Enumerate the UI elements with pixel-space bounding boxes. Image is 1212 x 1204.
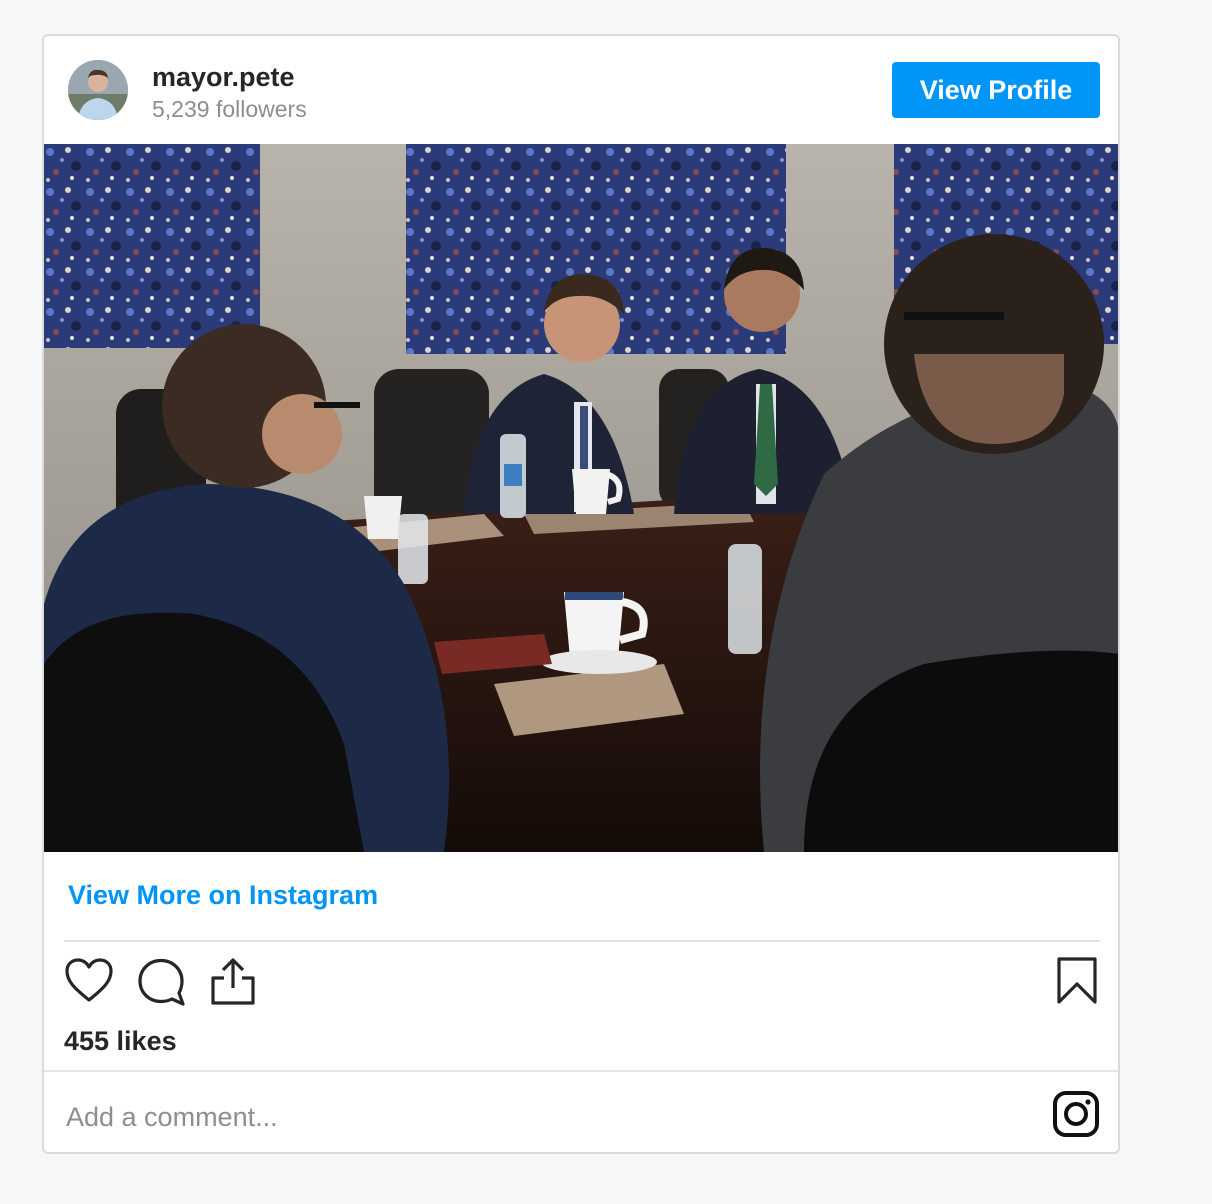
post-header: mayor.pete 5,239 followers View Profile bbox=[44, 36, 1118, 146]
avatar[interactable] bbox=[68, 60, 128, 120]
post-photo[interactable] bbox=[44, 144, 1118, 852]
username[interactable]: mayor.pete bbox=[152, 62, 295, 93]
bookmark-icon[interactable] bbox=[1052, 956, 1102, 1006]
instagram-icon[interactable] bbox=[1052, 1090, 1100, 1138]
likes-count: 455 likes bbox=[64, 1026, 177, 1056]
comment-input[interactable] bbox=[64, 1092, 968, 1142]
followers-count: 5,239 followers bbox=[152, 96, 307, 122]
divider bbox=[64, 940, 1100, 942]
view-more-on-instagram-link[interactable]: View More on Instagram bbox=[68, 880, 378, 911]
heart-icon[interactable] bbox=[64, 956, 114, 1006]
comment-icon[interactable] bbox=[136, 956, 186, 1006]
view-profile-button[interactable]: View Profile bbox=[892, 62, 1100, 118]
divider bbox=[44, 1070, 1118, 1072]
share-icon[interactable] bbox=[208, 956, 258, 1006]
instagram-embed-card: mayor.pete 5,239 followers View Profile bbox=[42, 34, 1120, 1154]
